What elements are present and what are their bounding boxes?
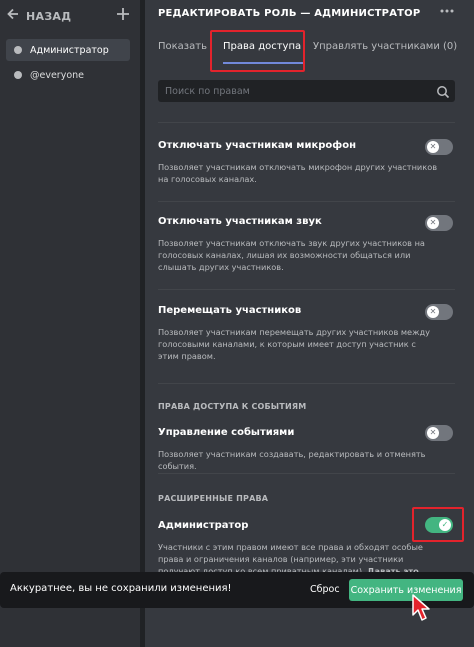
role-item-administrator[interactable]: Администратор: [6, 39, 130, 61]
more-horizontal-icon[interactable]: [440, 4, 454, 22]
permission-title: Администратор: [158, 520, 249, 531]
permission-description: Позволяет участникам отключать микрофон …: [158, 162, 438, 184]
divider: [158, 473, 455, 474]
x-icon: ✕: [427, 427, 439, 439]
permission-title: Управление событиями: [158, 427, 295, 438]
plus-icon[interactable]: [116, 6, 130, 26]
role-item-everyone[interactable]: @everyone: [6, 64, 130, 86]
toggle-move-members[interactable]: ✕: [425, 304, 453, 320]
tab-display[interactable]: Показать: [158, 40, 207, 56]
section-header-advanced: РАСШИРЕННЫЕ ПРАВА: [158, 494, 269, 503]
toggle-deafen-members[interactable]: ✕: [425, 215, 453, 231]
x-icon: ✕: [427, 141, 439, 153]
permission-title: Перемещать участников: [158, 305, 302, 316]
toggle-manage-events[interactable]: ✕: [425, 425, 453, 441]
permission-description: Позволяет участникам создавать, редактир…: [158, 449, 426, 471]
page-title: РЕДАКТИРОВАТЬ РОЛЬ — АДМИНИСТРАТОР: [158, 8, 421, 19]
permission-description: Позволяет участникам отключать звук друг…: [158, 238, 425, 272]
tab-highlight-box: [210, 30, 305, 72]
divider: [158, 289, 455, 290]
role-color-dot: [14, 46, 22, 54]
notice-text: Аккуратнее, вы не сохранили изменения!: [10, 583, 232, 594]
back-label: НАЗАД: [26, 9, 72, 23]
permission-description: Позволяет участникам перемещать других у…: [158, 327, 430, 361]
search-box: [158, 80, 455, 102]
divider: [158, 383, 455, 384]
unsaved-changes-notice: Аккуратнее, вы не сохранили изменения! С…: [0, 572, 474, 608]
roles-sidebar: НАЗАД Администратор @everyone: [0, 0, 140, 647]
toggle-highlight-box: [412, 507, 464, 542]
section-header-events: ПРАВА ДОСТУПА К СОБЫТИЯМ: [158, 402, 307, 411]
role-label: Администратор: [30, 44, 109, 56]
toggle-mute-members[interactable]: ✕: [425, 139, 453, 155]
role-editor: РЕДАКТИРОВАТЬ РОЛЬ — АДМИНИСТРАТОР Показ…: [145, 0, 474, 647]
search-icon[interactable]: [436, 84, 450, 99]
search-input[interactable]: [158, 80, 428, 102]
divider: [158, 122, 455, 123]
save-button[interactable]: Сохранить изменения: [349, 579, 463, 601]
permission-title: Отключать участникам микрофон: [158, 140, 357, 151]
arrow-left-icon: [6, 7, 22, 25]
cursor-arrow-icon: [410, 593, 436, 623]
role-color-dot: [14, 71, 22, 79]
reset-button[interactable]: Сброс: [310, 584, 340, 595]
x-icon: ✕: [427, 217, 439, 229]
x-icon: ✕: [427, 306, 439, 318]
tab-manage-members[interactable]: Управлять участниками (0): [313, 40, 457, 56]
divider: [158, 201, 455, 202]
role-label: @everyone: [30, 69, 85, 81]
permission-title: Отключать участникам звук: [158, 216, 322, 227]
